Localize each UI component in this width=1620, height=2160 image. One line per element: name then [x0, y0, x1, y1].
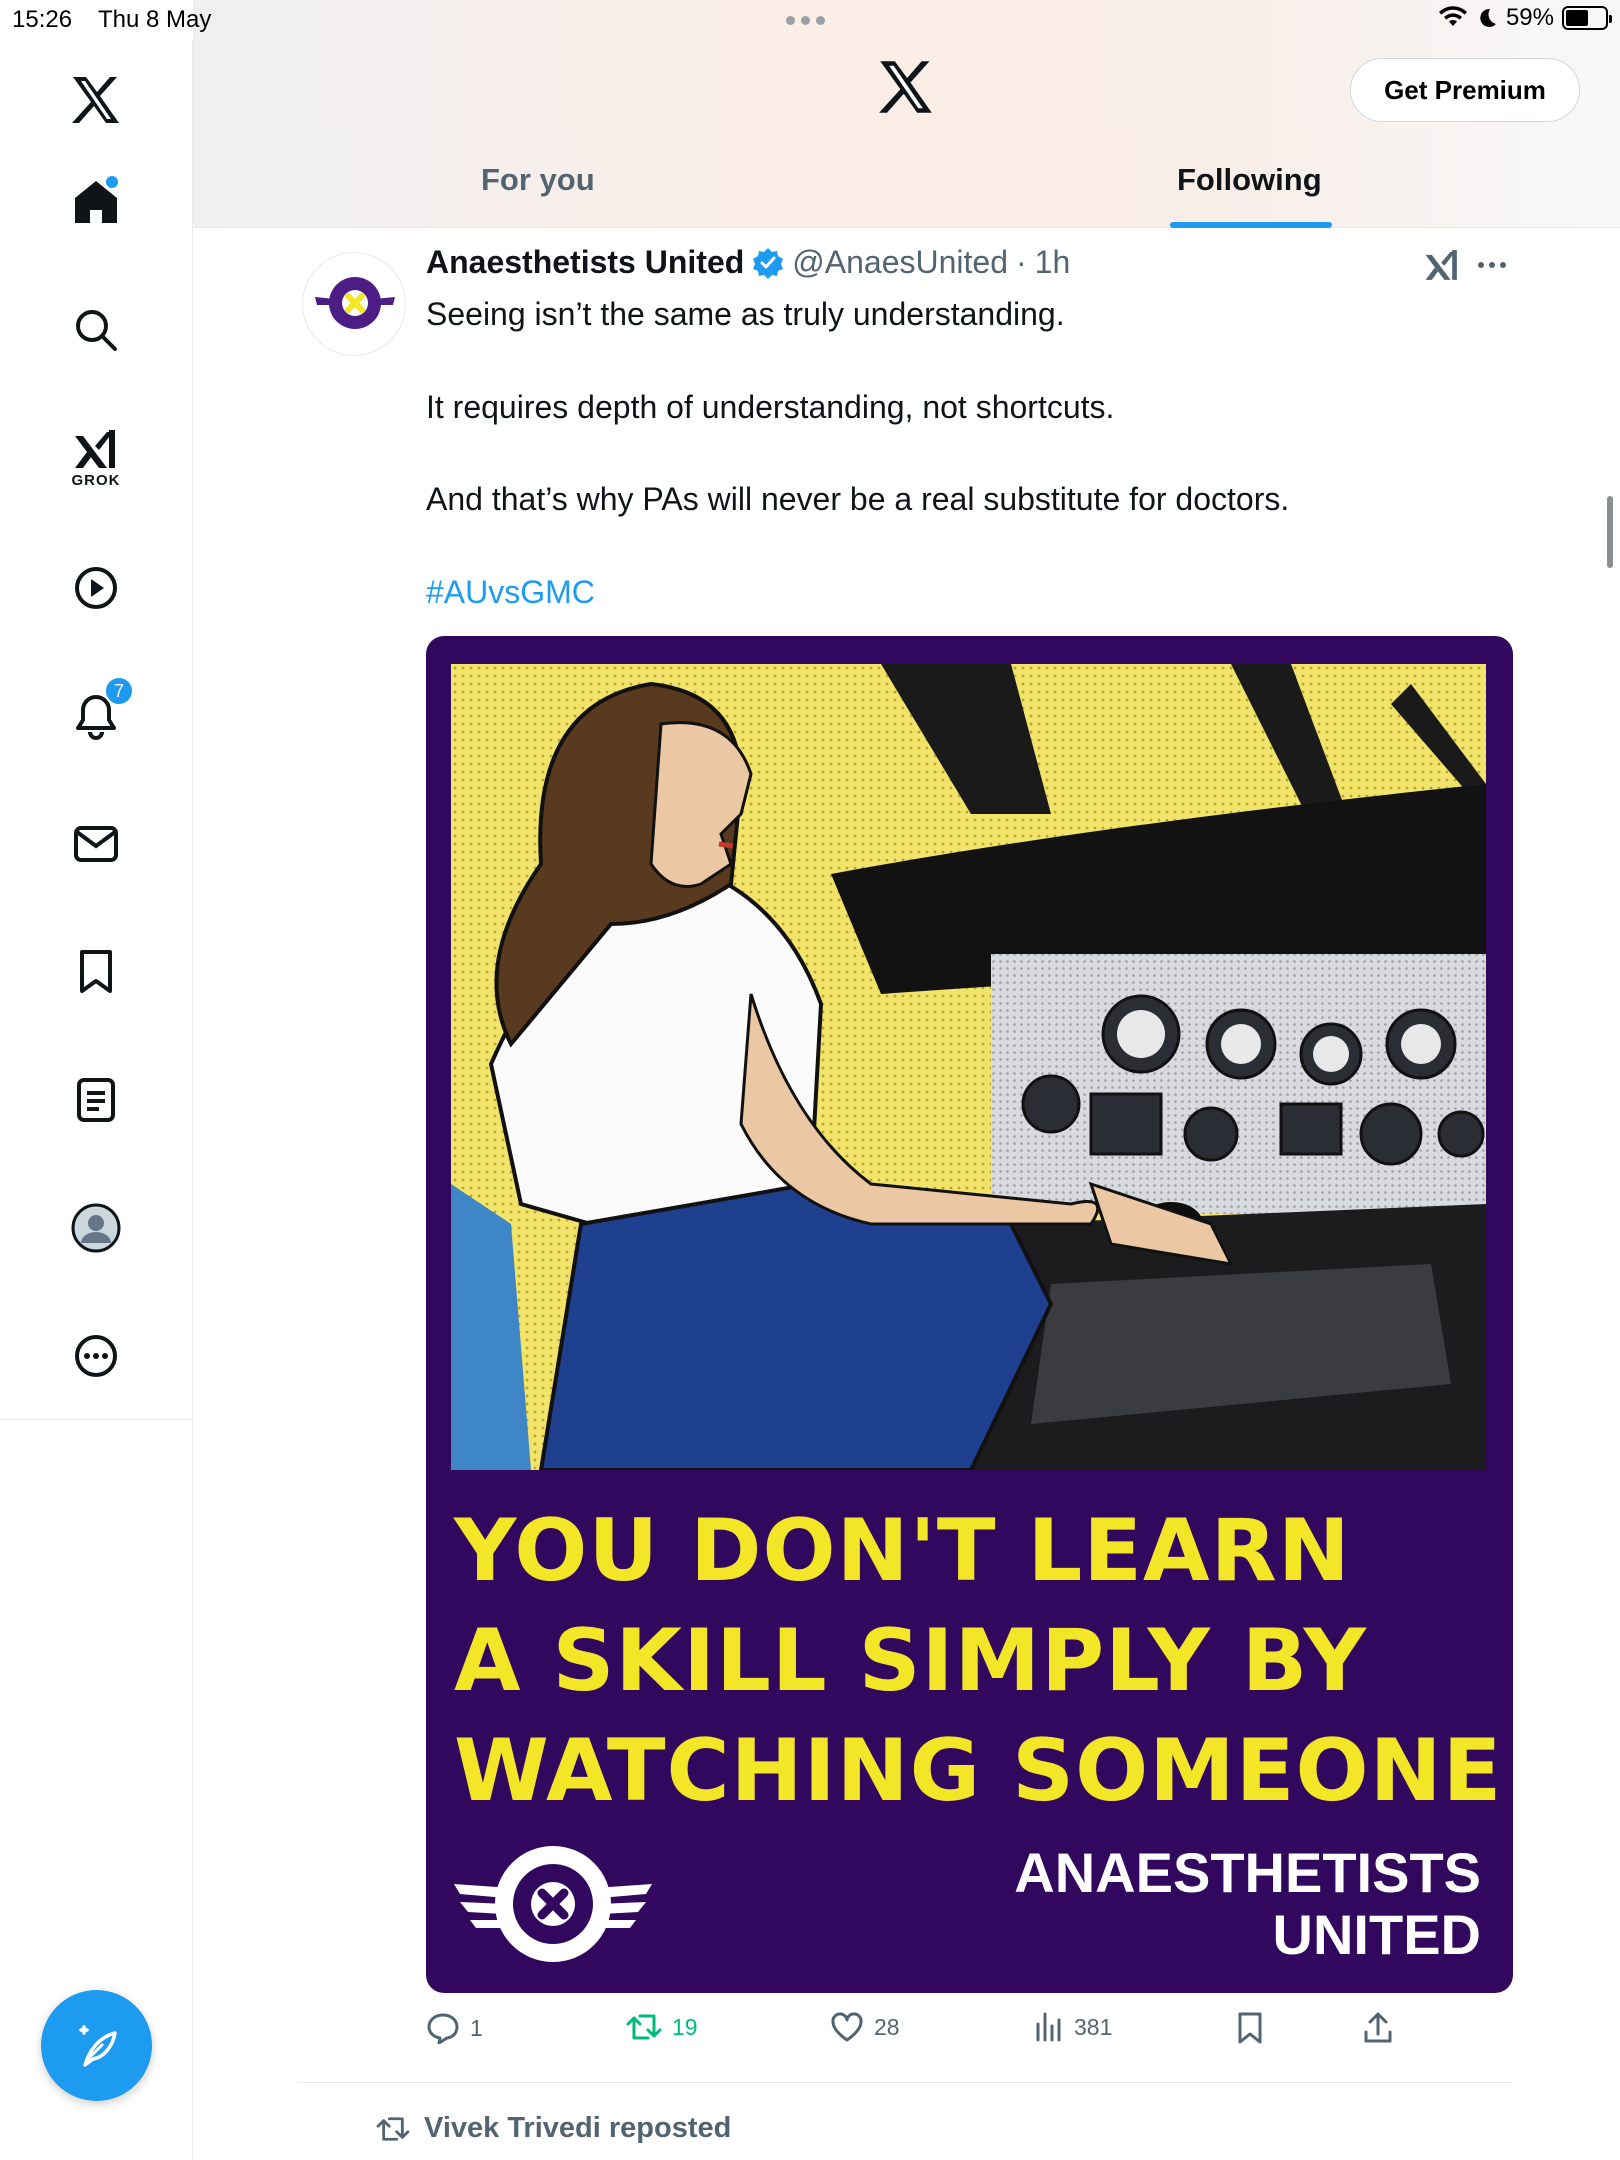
grok-icon: [75, 429, 115, 468]
sidebar: GROK 7: [0, 40, 193, 1420]
tweet-divider: [298, 2082, 1513, 2083]
poster-brand: ANAESTHETISTS UNITED: [1014, 1842, 1481, 1966]
x-logo-sidebar[interactable]: [56, 60, 136, 140]
sidebar-item-more[interactable]: [56, 1316, 136, 1396]
next-tweet-repost-context[interactable]: Vivek Trivedi reposted: [376, 2112, 731, 2145]
like-count: 28: [874, 2013, 900, 2040]
tweet-avatar[interactable]: [302, 252, 406, 356]
sidebar-item-notifications[interactable]: 7: [56, 676, 136, 756]
verified-badge-icon: [753, 247, 784, 279]
grok-label: GROK: [71, 471, 121, 489]
tweet-text-line-1: Seeing isn’t the same as truly understan…: [426, 296, 1065, 332]
moon-icon: [1480, 8, 1496, 27]
author-handle[interactable]: @AnaesUnited: [792, 244, 1008, 281]
heart-icon: [831, 2012, 863, 2042]
sidebar-item-search[interactable]: [56, 290, 136, 370]
compose-button[interactable]: [41, 1990, 152, 2101]
author-name[interactable]: Anaesthetists United: [426, 244, 744, 281]
timeline-tabs: For you Following: [193, 150, 1620, 228]
wifi-icon: [1438, 6, 1467, 26]
status-bar: 15:26 Thu 8 May 59%: [0, 0, 1620, 40]
poster-headline: YOU DON'T LEARN A SKILL SIMPLY BY WATCHI…: [454, 1496, 1502, 1826]
x-logo-icon: [72, 77, 119, 123]
column-divider: [192, 1420, 193, 2160]
reply-count: 1: [470, 2014, 483, 2041]
anaesthetists-united-logo-icon: [315, 277, 395, 329]
bookmark-icon: [80, 950, 112, 993]
sidebar-item-home[interactable]: [56, 162, 136, 242]
sidebar-item-bookmarks[interactable]: [56, 932, 136, 1012]
reply-icon: [427, 2013, 459, 2044]
repost-label: Vivek Trivedi reposted: [424, 2112, 732, 2144]
poster-headline-line-2: A SKILL SIMPLY BY: [454, 1611, 1367, 1711]
separator-dot: ·: [1016, 244, 1027, 280]
share-icon: [1364, 2012, 1392, 2043]
list-icon: [77, 1078, 115, 1122]
notifications-badge: 7: [104, 676, 134, 706]
multitasking-dots[interactable]: [786, 16, 825, 25]
battery-icon: [1562, 6, 1612, 30]
active-tab-indicator: [1170, 222, 1332, 228]
status-indicators: 59%: [1438, 4, 1612, 32]
tweet-actions: 1 19 28 381: [426, 2012, 1516, 2056]
bookmark-icon: [1238, 2012, 1262, 2044]
status-time: 15:26: [12, 6, 73, 33]
tab-following[interactable]: Following: [1177, 162, 1322, 198]
views-chart-icon: [1036, 2012, 1061, 2042]
home-unread-dot: [106, 176, 118, 188]
repost-count: 19: [672, 2013, 698, 2040]
scrollbar[interactable]: [1607, 496, 1613, 568]
tab-for-you[interactable]: For you: [481, 162, 595, 198]
sidebar-item-lists[interactable]: [56, 1060, 136, 1140]
status-date: Thu 8 May: [98, 6, 212, 33]
poster-headline-line-1: YOU DON'T LEARN: [454, 1501, 1351, 1601]
sidebar-item-grok[interactable]: GROK: [56, 418, 136, 498]
tweet-image[interactable]: YOU DON'T LEARN A SKILL SIMPLY BY WATCHI…: [426, 636, 1513, 1993]
winged-logo-icon: [450, 1832, 656, 1972]
sidebar-item-video[interactable]: [56, 548, 136, 628]
grok-icon: [1425, 250, 1457, 280]
tweet-more-button[interactable]: [1478, 250, 1514, 280]
battery-percent: 59%: [1505, 4, 1554, 31]
views-button[interactable]: 381: [1034, 2012, 1112, 2042]
repost-icon: [376, 2116, 410, 2141]
sidebar-item-profile[interactable]: [56, 1188, 136, 1268]
poster-headline-line-3: WATCHING SOMEONE: [454, 1721, 1503, 1821]
tweet-text-line-3: And that’s why PAs will never be a real …: [426, 481, 1290, 517]
play-icon: [75, 567, 117, 609]
repost-button[interactable]: 19: [626, 2012, 698, 2042]
get-premium-button[interactable]: Get Premium: [1350, 58, 1580, 122]
x-logo-header[interactable]: [878, 60, 934, 116]
tweet-timestamp[interactable]: 1h: [1035, 244, 1071, 281]
share-button[interactable]: [1362, 2012, 1394, 2044]
tweet-header: Anaesthetists United @AnaesUnited · 1h: [426, 244, 1070, 281]
views-count: 381: [1074, 2013, 1113, 2040]
search-icon: [76, 310, 117, 351]
avatar-icon: [71, 1203, 121, 1253]
poster-brand-line-1: ANAESTHETISTS: [1014, 1841, 1481, 1904]
tweet-text-line-2: It requires depth of understanding, not …: [426, 389, 1115, 425]
x-logo-icon: [879, 61, 932, 113]
bookmark-button[interactable]: [1236, 2012, 1264, 2044]
cockpit-illustration: [451, 664, 1486, 1470]
more-icon: [75, 1335, 117, 1377]
tweet-hashtag[interactable]: #AUvsGMC: [426, 574, 595, 611]
envelope-icon: [74, 826, 118, 862]
like-button[interactable]: 28: [830, 2012, 900, 2042]
reply-button[interactable]: 1: [426, 2012, 483, 2044]
poster-brand-line-2: UNITED: [1272, 1903, 1481, 1966]
repost-icon: [626, 2014, 662, 2040]
grok-explain-button[interactable]: [1424, 248, 1464, 288]
compose-feather-icon: [78, 2024, 117, 2067]
sidebar-item-messages[interactable]: [56, 804, 136, 884]
